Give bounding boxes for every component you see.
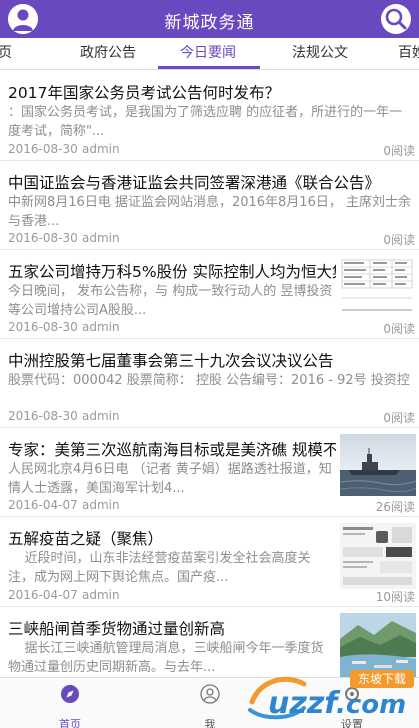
app-header: 新城政务通 [0, 0, 419, 38]
item-title: 三峡船闸首季货物通过量创新高 [8, 620, 226, 638]
search-icon [385, 8, 407, 30]
item-summary: 今日晚间， 发布公告称，与 构成一致行动人的 昱博投资等公司增持公司A股股... [8, 284, 333, 318]
tab-regulations[interactable]: 法规公文 [292, 38, 348, 69]
svg-text:.com: .com [336, 690, 406, 720]
item-author: admin [82, 231, 120, 245]
user-icon [200, 684, 220, 704]
list-item[interactable]: 中洲控股第七届董事会第三十九次会议决议公告 股票代码：000042 股票简称： … [0, 339, 419, 428]
item-read-count: 0阅读 [383, 322, 415, 336]
site-watermark-logo: uzzf .com 东坡下载 [246, 668, 419, 728]
table-image [340, 258, 416, 320]
nav-home[interactable]: 首页 [30, 678, 110, 728]
tab-home[interactable]: 页 [0, 38, 12, 69]
item-date: 2016-08-30 [8, 320, 78, 334]
item-date: 2016-04-07 [8, 588, 78, 602]
item-read-count: 10阅读 [375, 590, 415, 604]
item-title: 中洲控股第七届董事会第三十九次会议决议公告 [8, 352, 334, 370]
list-item[interactable]: 五家公司增持万科5%股份 实际控制人均为恒大集团 今日晚间， 发布公告称，与 构… [0, 250, 419, 339]
item-title: 中国证监会与香港证监会共同签署深港通《联合公告》 [8, 174, 381, 192]
warship-photo [340, 434, 416, 496]
list-item[interactable]: 2017年国家公务员考试公告何时发布？ ：国家公务员考试，是我国为了筛选应聘 的… [0, 71, 419, 161]
item-read-count: 26阅读 [375, 500, 415, 514]
item-summary: 人民网北京4月6日电 （记者 黄子娟）据路透社报道，知情人士透露，美国海军计划4… [8, 462, 332, 496]
item-title: 2017年国家公务员考试公告何时发布？ [8, 84, 280, 102]
item-author: admin [82, 588, 120, 602]
list-item[interactable]: 三峡船闸首季货物通过量创新高 据长江三峡通航管理局消息，三峡船闸今年一季度货物通… [0, 607, 419, 677]
item-thumbnail [340, 523, 416, 589]
item-summary: 近段时间，山东非法经营疫苗案引发全社会高度关注，成为网上网下舆论焦点。国产疫..… [8, 551, 311, 585]
item-read-count: 0阅读 [383, 233, 415, 247]
item-author: admin [82, 409, 120, 423]
vaccine-infographic [340, 523, 416, 589]
item-summary: 股票代码：000042 股票简称： 控股 公告编号：2016 - 92号 投资控… [8, 373, 410, 388]
item-author: admin [82, 498, 120, 512]
list-item[interactable]: 五解疫苗之疑（聚焦） 近段时间，山东非法经营疫苗案引发全社会高度关注，成为网上网… [0, 517, 419, 607]
item-title: 专家：美第三次巡航南海目标或是美济礁 规模不降 [8, 441, 336, 459]
item-date: 2016-08-30 [8, 231, 78, 245]
tab-today-news[interactable]: 今日要闻 [180, 38, 236, 69]
active-tab-indicator [158, 66, 260, 69]
item-author: admin [82, 320, 120, 334]
nav-home-label: 首页 [59, 718, 81, 728]
item-read-count: 0阅读 [383, 144, 415, 158]
news-list[interactable]: 2017年国家公务员考试公告何时发布？ ：国家公务员考试，是我国为了筛选应聘 的… [0, 71, 419, 677]
nav-me[interactable]: 我 [170, 678, 250, 728]
item-summary: ：国家公务员考试，是我国为了筛选应聘 的应征者，所进行的一年一度考试，简称"..… [8, 105, 403, 139]
nav-me-label: 我 [204, 718, 216, 728]
item-date: 2016-08-30 [8, 142, 78, 156]
list-item[interactable]: 专家：美第三次巡航南海目标或是美济礁 规模不降 人民网北京4月6日电 （记者 黄… [0, 428, 419, 517]
tab-citizen[interactable]: 百姓 [398, 38, 419, 69]
page-title: 新城政务通 [164, 13, 255, 33]
item-date: 2016-04-07 [8, 498, 78, 512]
item-date: 2016-08-30 [8, 409, 78, 423]
home-icon [61, 685, 79, 703]
category-tabs: 页 政府公告 今日要闻 法规公文 百姓 [0, 38, 419, 70]
item-title: 五家公司增持万科5%股份 实际控制人均为恒大集团 [8, 263, 336, 281]
search-button[interactable] [381, 4, 411, 34]
item-thumbnail [340, 434, 416, 496]
item-summary: 中新网8月16日电 据证监会网站消息，2016年8月16日， 主席刘士余与香港.… [8, 195, 411, 229]
tab-gov-notice[interactable]: 政府公告 [80, 38, 136, 69]
item-thumbnail [340, 258, 416, 320]
item-author: admin [82, 142, 120, 156]
list-item[interactable]: 中国证监会与香港证监会共同签署深港通《联合公告》 中新网8月16日电 据证监会网… [0, 161, 419, 250]
svg-text:东坡下载: 东坡下载 [358, 672, 406, 686]
item-read-count: 0阅读 [383, 411, 415, 425]
svg-text:uzzf: uzzf [268, 686, 341, 721]
item-title: 五解疫苗之疑（聚焦） [8, 530, 164, 548]
